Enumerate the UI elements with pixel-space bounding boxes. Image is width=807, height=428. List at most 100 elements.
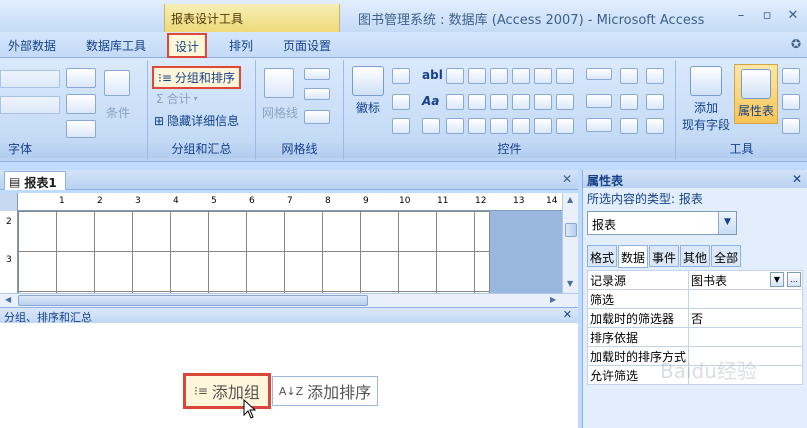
- line-control-icon[interactable]: [446, 118, 464, 134]
- button-control-icon[interactable]: [422, 118, 440, 134]
- unbound-object-icon[interactable]: [534, 94, 552, 110]
- document-tab-report1[interactable]: ▤ 报表1: [4, 171, 66, 190]
- font-size-combo[interactable]: [0, 96, 60, 114]
- close-icon[interactable]: ✕: [785, 8, 801, 23]
- hide-details-button[interactable]: ⊞ 隐藏详细信息: [154, 112, 239, 129]
- report-design-grid[interactable]: [18, 211, 490, 293]
- tab-data[interactable]: 数据: [618, 245, 649, 268]
- group-sort-button[interactable]: ⁝≡ 分组和排序: [152, 66, 241, 89]
- tab-external-data[interactable]: 外部数据: [8, 37, 56, 54]
- restore-icon[interactable]: ▫: [759, 8, 775, 23]
- tab-page-setup[interactable]: 页面设置: [283, 37, 331, 54]
- builder-ellipsis-icon[interactable]: …: [787, 272, 801, 287]
- subreport-icon[interactable]: [782, 94, 800, 110]
- select-all-icon[interactable]: [620, 118, 638, 134]
- textbox-icon[interactable]: abl: [422, 68, 443, 82]
- document-tab-label: 报表1: [24, 175, 57, 190]
- select-pointer-icon[interactable]: [646, 68, 664, 84]
- border-icon[interactable]: [66, 120, 96, 138]
- help-icon[interactable]: ✪: [791, 37, 801, 51]
- vertical-scroll-thumb[interactable]: [565, 223, 577, 237]
- vertical-scrollbar[interactable]: ▲ ▼: [562, 193, 578, 293]
- font-name-combo[interactable]: [0, 70, 60, 88]
- control-wizard-icon[interactable]: [620, 94, 638, 110]
- radio-icon[interactable]: [490, 118, 508, 134]
- tab-event[interactable]: 事件: [649, 245, 680, 267]
- add-fields-label-2: 现有字段: [681, 118, 730, 132]
- toggle-icon[interactable]: [512, 94, 530, 110]
- minimize-icon[interactable]: –: [733, 8, 749, 23]
- gridlines-group-label: 网格线: [256, 140, 343, 158]
- bound-object-icon[interactable]: [556, 94, 574, 110]
- horizontal-scroll-thumb[interactable]: [18, 295, 368, 306]
- tab-arrange[interactable]: 排列: [229, 37, 253, 54]
- page-break-icon[interactable]: [468, 118, 486, 134]
- line-width-icon[interactable]: [304, 68, 330, 80]
- property-sheet-close-icon[interactable]: ✕: [792, 172, 802, 186]
- object-selector[interactable]: 报表 ▼: [587, 211, 737, 235]
- chevron-down-icon[interactable]: ▼: [770, 272, 784, 287]
- tab-format[interactable]: 格式: [587, 245, 618, 267]
- record-source-field[interactable]: 图书表 ▼ …: [688, 270, 803, 290]
- tab-design[interactable]: 设计: [167, 33, 208, 58]
- frame-icon[interactable]: [512, 118, 530, 134]
- paperclip-icon[interactable]: [556, 118, 574, 134]
- gridlines-icon[interactable]: [264, 68, 294, 98]
- checkbox-icon[interactable]: [490, 68, 508, 84]
- activex-icon[interactable]: [646, 118, 664, 134]
- scroll-right-icon[interactable]: ▶: [550, 295, 556, 304]
- font-color-icon[interactable]: [66, 68, 96, 88]
- image-icon[interactable]: [446, 94, 464, 110]
- ruler-corner[interactable]: [0, 193, 18, 211]
- filter-field[interactable]: [688, 289, 803, 309]
- title-icon[interactable]: [392, 68, 410, 84]
- chevron-down-icon[interactable]: ▼: [718, 212, 736, 234]
- horizontal-scrollbar[interactable]: ◀ ▶: [0, 293, 578, 307]
- chart-icon[interactable]: [534, 68, 552, 84]
- subform-icon[interactable]: [512, 68, 530, 84]
- tab-control-icon[interactable]: [556, 68, 574, 84]
- conditional-format-icon[interactable]: [104, 70, 130, 96]
- line-color-icon[interactable]: [304, 110, 330, 124]
- group-sort-pane: ⁝≡ 添加组 A↓Z 添加排序: [0, 323, 578, 428]
- scroll-left-icon[interactable]: ◀: [5, 295, 11, 304]
- property-key: 筛选: [586, 289, 690, 309]
- group-sort-label: 分组和排序: [174, 71, 235, 85]
- gridlines-button[interactable]: 网格线: [262, 104, 298, 121]
- attachment-icon[interactable]: [534, 118, 552, 134]
- magic-wand-icon[interactable]: [646, 94, 664, 110]
- date-time-icon[interactable]: [392, 118, 410, 134]
- logo-button[interactable]: 徽标: [350, 66, 386, 116]
- document-close-icon[interactable]: ✕: [562, 172, 572, 186]
- label-icon[interactable]: Aa: [422, 94, 439, 108]
- property-line-icon[interactable]: [586, 68, 612, 80]
- wizard-tool-icon[interactable]: [586, 94, 612, 108]
- add-sort-button[interactable]: A↓Z 添加排序: [272, 376, 378, 406]
- vruler-number: 3: [6, 255, 12, 265]
- line-tool-icon[interactable]: [620, 68, 638, 84]
- tab-all[interactable]: 全部: [711, 245, 742, 267]
- pen-icon[interactable]: [586, 118, 612, 132]
- listbox-icon[interactable]: [446, 68, 464, 84]
- app-title: 图书管理系统 : 数据库 (Access 2007) - Microsoft A…: [358, 13, 705, 28]
- page-number-icon[interactable]: [392, 94, 410, 110]
- fill-color-icon[interactable]: [66, 94, 96, 114]
- tab-database-tools[interactable]: 数据库工具: [86, 37, 146, 54]
- option-button-icon[interactable]: [490, 94, 508, 110]
- add-group-button[interactable]: ⁝≡ 添加组: [183, 373, 271, 409]
- totals-button[interactable]: Σ 合计 ▾: [156, 90, 198, 107]
- scroll-up-icon[interactable]: ▲: [567, 195, 573, 204]
- property-sheet-button[interactable]: 属性表: [734, 64, 778, 124]
- group-sort-close-icon[interactable]: ✕: [563, 308, 572, 321]
- add-existing-fields-button[interactable]: 添加 现有字段: [680, 66, 732, 133]
- scroll-down-icon[interactable]: ▼: [567, 279, 573, 288]
- rectangle-icon[interactable]: [468, 94, 486, 110]
- filter-on-load-field[interactable]: 否: [688, 308, 803, 328]
- line-style-icon[interactable]: [304, 88, 330, 100]
- combobox-icon[interactable]: [468, 68, 486, 84]
- order-by-field[interactable]: [688, 327, 803, 347]
- tab-order-icon[interactable]: [782, 68, 800, 84]
- code-icon[interactable]: [782, 118, 800, 134]
- conditional-button[interactable]: 条件: [106, 104, 130, 121]
- tab-other[interactable]: 其他: [680, 245, 711, 267]
